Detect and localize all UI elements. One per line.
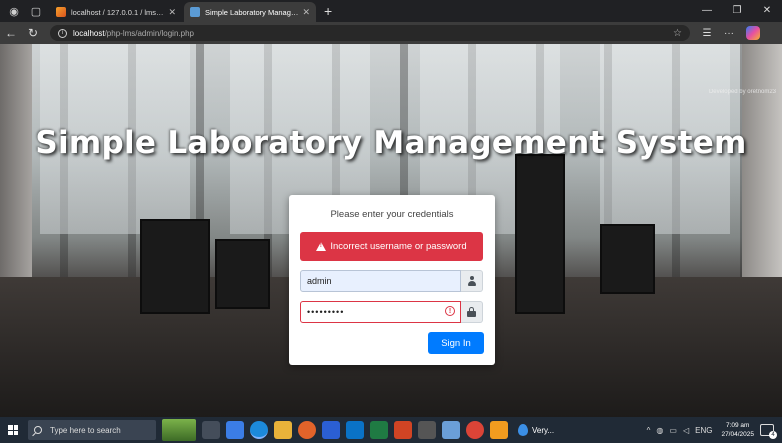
firefox-icon[interactable] bbox=[298, 421, 316, 439]
close-window-icon[interactable]: ✕ bbox=[752, 0, 782, 22]
browser-toolbar: ← ↻ i localhost /php-lms/admin/login.php… bbox=[0, 22, 782, 44]
browser-actions: ☰ ··· bbox=[696, 28, 740, 39]
phpmyadmin-favicon-icon bbox=[56, 7, 66, 17]
copilot-app-icon[interactable] bbox=[226, 421, 244, 439]
error-icon: ! bbox=[445, 306, 455, 316]
clock-time: 7:09 am bbox=[725, 422, 750, 429]
url-host: localhost bbox=[73, 28, 105, 38]
task-view-icon[interactable] bbox=[202, 421, 220, 439]
excel-icon[interactable] bbox=[370, 421, 388, 439]
weather-label: Very... bbox=[532, 425, 555, 435]
login-page: Developed by oretnom23 Simple Laboratory… bbox=[0, 44, 782, 417]
password-group: ! bbox=[300, 301, 483, 323]
powerpoint-icon[interactable] bbox=[394, 421, 412, 439]
outlook-icon[interactable] bbox=[346, 421, 364, 439]
search-icon bbox=[34, 426, 42, 434]
password-addon bbox=[461, 301, 483, 323]
username-input[interactable] bbox=[300, 270, 461, 292]
site-info-icon[interactable]: i bbox=[58, 28, 67, 38]
system-tray: ^ ◍ ▭ ◁ ENG 7:09 am 27/04/2025 4 bbox=[644, 421, 782, 439]
close-tab-icon[interactable]: ✕ bbox=[302, 7, 310, 18]
chevron-up-icon[interactable]: ^ bbox=[647, 426, 651, 435]
new-tab-icon[interactable]: + bbox=[324, 3, 332, 19]
lock-icon bbox=[467, 307, 476, 317]
network-icon[interactable]: ◍ bbox=[656, 426, 663, 435]
sign-in-button[interactable]: Sign In bbox=[428, 332, 484, 354]
windows-logo-icon bbox=[8, 425, 18, 435]
warning-icon bbox=[316, 242, 327, 251]
close-tab-icon[interactable]: ✕ bbox=[168, 7, 176, 18]
more-icon[interactable]: ··· bbox=[718, 28, 740, 39]
notification-count: 4 bbox=[769, 431, 777, 439]
developer-credit: Developed by oretnom23 bbox=[708, 89, 776, 95]
taskbar: Type here to search Very... ^ ◍ ▭ ◁ ENG … bbox=[0, 417, 782, 443]
tab-lms[interactable]: Simple Laboratory Management ✕ bbox=[184, 2, 316, 22]
error-alert: Incorrect username or password bbox=[300, 232, 483, 261]
copilot-icon[interactable] bbox=[746, 26, 760, 40]
url-path: /php-lms/admin/login.php bbox=[104, 28, 194, 38]
xampp-icon[interactable] bbox=[490, 421, 508, 439]
search-highlight-image[interactable] bbox=[162, 419, 196, 441]
weather-widget[interactable]: Very... bbox=[518, 424, 554, 436]
background-monitor bbox=[515, 154, 565, 314]
tab-title: localhost / 127.0.0.1 / lms_db | ph bbox=[71, 7, 165, 17]
browser-tab-strip: ◉ ▢ localhost / 127.0.0.1 / lms_db | ph … bbox=[0, 0, 782, 22]
login-message: Please enter your credentials bbox=[330, 209, 454, 220]
refresh-icon[interactable]: ↻ bbox=[22, 26, 44, 40]
profile-icon[interactable]: ◉ bbox=[6, 3, 22, 19]
username-addon bbox=[461, 270, 483, 292]
notification-icon[interactable]: 4 bbox=[760, 424, 777, 439]
weather-icon bbox=[518, 424, 528, 436]
lms-favicon-icon bbox=[190, 7, 200, 17]
password-input[interactable] bbox=[300, 301, 461, 323]
word-icon[interactable] bbox=[322, 421, 340, 439]
user-icon bbox=[467, 276, 477, 286]
login-card: Please enter your credentials Incorrect … bbox=[289, 195, 495, 365]
back-icon[interactable]: ← bbox=[0, 26, 22, 40]
minimize-icon[interactable]: — bbox=[692, 0, 722, 22]
tab-actions-icon[interactable]: ▢ bbox=[28, 3, 44, 19]
background-monitor bbox=[600, 224, 655, 294]
battery-icon[interactable]: ▭ bbox=[669, 426, 677, 435]
address-bar[interactable]: i localhost /php-lms/admin/login.php ☆ bbox=[50, 25, 690, 41]
search-placeholder: Type here to search bbox=[50, 425, 121, 435]
username-group bbox=[300, 270, 483, 292]
clock-date: 27/04/2025 bbox=[721, 431, 754, 438]
app-icon[interactable] bbox=[442, 421, 460, 439]
window-controls: — ❐ ✕ bbox=[692, 0, 782, 22]
page-title: Simple Laboratory Management System bbox=[35, 125, 747, 161]
favorite-star-icon[interactable]: ☆ bbox=[673, 28, 682, 39]
language-indicator[interactable]: ENG bbox=[695, 426, 712, 435]
speaker-icon[interactable]: ◁ bbox=[683, 426, 689, 435]
chrome-icon[interactable] bbox=[466, 421, 484, 439]
edge-icon[interactable] bbox=[250, 421, 268, 439]
tab-phpmyadmin[interactable]: localhost / 127.0.0.1 / lms_db | ph ✕ bbox=[50, 2, 182, 22]
favorites-icon[interactable]: ☰ bbox=[696, 28, 718, 39]
app-icon[interactable] bbox=[418, 421, 436, 439]
clock[interactable]: 7:09 am 27/04/2025 bbox=[721, 421, 754, 439]
alert-text: Incorrect username or password bbox=[330, 241, 467, 252]
maximize-icon[interactable]: ❐ bbox=[722, 0, 752, 22]
background-monitor bbox=[140, 219, 210, 314]
background-monitor bbox=[215, 239, 270, 309]
tab-title: Simple Laboratory Management bbox=[205, 7, 298, 17]
start-button[interactable] bbox=[0, 417, 26, 443]
taskbar-search[interactable]: Type here to search bbox=[28, 420, 156, 440]
file-explorer-icon[interactable] bbox=[274, 421, 292, 439]
